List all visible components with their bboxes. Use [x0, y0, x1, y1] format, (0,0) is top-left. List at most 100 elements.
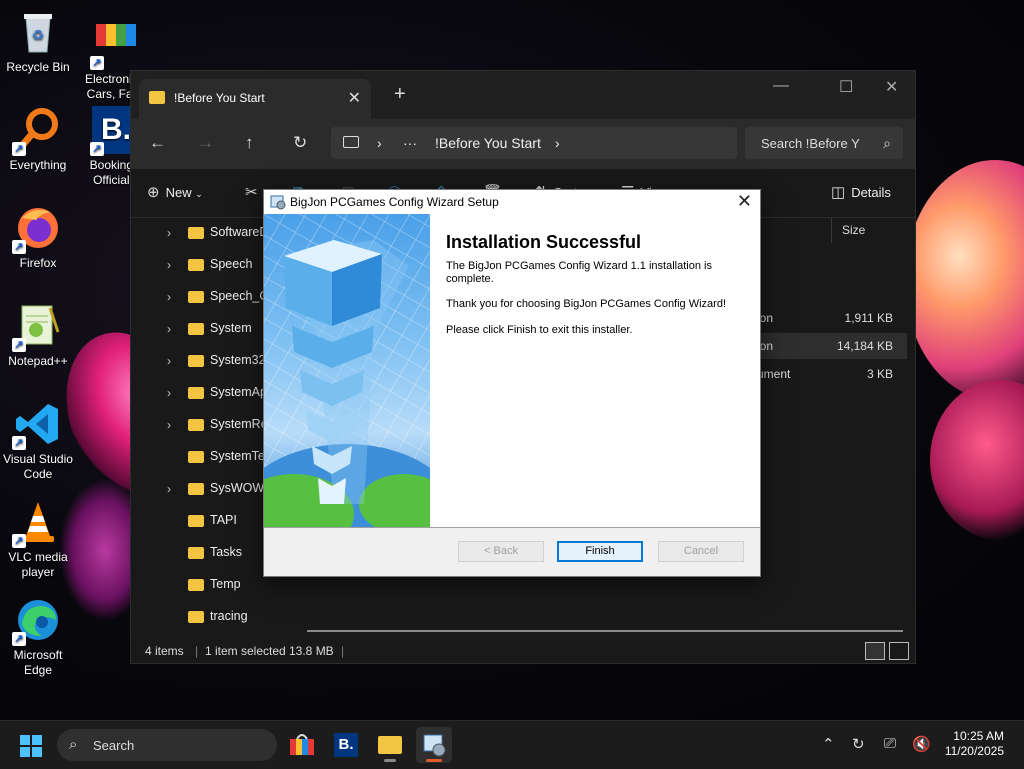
chevron-right-icon[interactable]: › — [167, 290, 171, 304]
status-divider: | — [195, 644, 199, 658]
installer-icon — [423, 734, 446, 757]
desktop-icon-notepadpp[interactable]: ↗ Notepad++ — [0, 302, 76, 369]
file-type: ument — [757, 367, 791, 381]
status-bar: 4 items | 1 item selected 13.8 MB | — [131, 639, 915, 663]
shortcut-arrow-icon: ↗ — [12, 436, 26, 450]
taskbar: ⌕ Search B. ⌃ ↻ ⎚ 🔇 10:25 AM 11/20/2025 — [0, 720, 1024, 769]
sync-icon[interactable]: ↻ — [852, 735, 865, 753]
cancel-button[interactable]: Cancel — [658, 541, 744, 562]
wizard-heading: Installation Successful — [446, 232, 642, 252]
clock[interactable]: 10:25 AM 11/20/2025 — [945, 729, 1004, 759]
shortcut-arrow-icon: ↗ — [90, 56, 104, 70]
tree-item-label: TAPI — [210, 513, 237, 527]
chevron-right-icon[interactable]: › — [167, 354, 171, 368]
shortcut-arrow-icon: ↗ — [12, 534, 26, 548]
tree-item-label: SysWOW6 — [210, 481, 272, 495]
shortcut-arrow-icon: ↗ — [90, 142, 104, 156]
new-button[interactable]: ⊕ New ⌄ — [147, 183, 203, 201]
folder-icon — [188, 419, 204, 431]
tab-title: !Before You Start — [174, 91, 265, 105]
installer-icon — [270, 194, 286, 210]
search-input[interactable]: Search !Before Y ⌕ — [745, 127, 903, 159]
refresh-icon[interactable]: ↻ — [293, 133, 307, 153]
desktop-icon-label: Everything — [9, 158, 67, 172]
explorer-tab[interactable]: !Before You Start ✕ — [139, 79, 371, 119]
chevron-right-icon[interactable]: › — [167, 322, 171, 336]
recycle-bin-icon: ♻ — [14, 8, 62, 56]
close-window-icon[interactable]: ✕ — [885, 77, 898, 97]
desktop-icon-vlc[interactable]: ↗ VLC media player — [0, 498, 76, 580]
tree-item-label: Temp — [210, 577, 241, 591]
chevron-right-icon[interactable]: › — [167, 226, 171, 240]
tiles-view-icon[interactable] — [889, 642, 909, 660]
folder-icon — [188, 611, 204, 623]
wizard-message-exit: Please click Finish to exit this install… — [446, 324, 633, 336]
start-button[interactable] — [20, 735, 42, 757]
svg-text:♻: ♻ — [32, 27, 45, 43]
taskbar-search[interactable]: ⌕ Search — [57, 729, 277, 761]
display-icon[interactable]: ⎚ — [884, 735, 896, 752]
horizontal-scrollbar[interactable] — [307, 630, 903, 632]
edge-icon: ↗ — [12, 596, 62, 646]
tree-item[interactable]: tracing — [131, 601, 291, 633]
taskbar-app-installer[interactable] — [416, 727, 452, 763]
chevron-right-icon[interactable]: › — [167, 482, 171, 496]
tree-item-label: SystemAp — [210, 385, 267, 399]
details-view-icon[interactable] — [865, 642, 885, 660]
address-bar[interactable]: › ··· !Before You Start › — [331, 127, 737, 159]
status-item-count: 4 items — [145, 644, 184, 658]
computer-icon — [343, 136, 359, 148]
new-tab-button[interactable]: + — [394, 83, 406, 106]
folder-icon — [188, 291, 204, 303]
magnifier-icon: ↗ — [12, 106, 62, 156]
folder-icon — [149, 91, 165, 104]
breadcrumb-ellipsis[interactable]: ··· — [403, 135, 417, 151]
taskbar-app-shopping[interactable] — [284, 727, 320, 763]
desktop-icon-recycle-bin[interactable]: ♻ Recycle Bin — [0, 8, 76, 75]
chevron-down-icon: ⌄ — [195, 189, 203, 199]
chevron-up-icon[interactable]: ⌃ — [822, 735, 835, 753]
desktop-icon-vscode[interactable]: ↗ Visual Studio Code — [0, 400, 76, 482]
desktop-icon-label: Recycle Bin — [6, 60, 70, 74]
desktop-icon-edge[interactable]: ↗ Microsoft Edge — [0, 596, 76, 678]
column-header-size[interactable]: Size — [831, 217, 916, 243]
chevron-right-icon[interactable]: › — [167, 418, 171, 432]
wallpaper-swirl — [930, 380, 1024, 540]
finish-button[interactable]: Finish — [557, 541, 643, 562]
up-arrow-icon[interactable]: ↑ — [245, 133, 254, 153]
desktop-icon-firefox[interactable]: ↗ Firefox — [0, 204, 76, 271]
desktop: ♻ Recycle Bin ↗ Electronics, Cars, Fash … — [0, 0, 1024, 720]
desktop-icon-label: Firefox — [19, 256, 57, 270]
folder-icon — [188, 547, 204, 559]
clock-date: 11/20/2025 — [944, 744, 1004, 758]
minimize-icon[interactable]: — — [773, 77, 789, 95]
desktop-icon-label: Microsoft Edge — [13, 648, 63, 677]
search-placeholder: Search !Before Y — [761, 136, 860, 151]
breadcrumb[interactable]: !Before You Start — [435, 135, 541, 151]
status-selected: 1 item selected — [205, 644, 286, 658]
tree-item-label: Speech — [210, 257, 253, 271]
folder-icon — [188, 323, 204, 335]
forward-arrow-icon[interactable]: → — [197, 133, 214, 153]
close-icon[interactable]: ✕ — [737, 191, 752, 212]
desktop-icon-everything[interactable]: ↗ Everything — [0, 106, 76, 173]
folder-icon — [188, 451, 204, 463]
search-icon: ⌕ — [69, 736, 78, 753]
chevron-right-icon[interactable]: › — [167, 258, 171, 272]
volume-muted-icon[interactable]: 🔇 — [912, 735, 931, 753]
chevron-right-icon[interactable]: › — [167, 386, 171, 400]
taskbar-app-booking[interactable]: B. — [328, 727, 364, 763]
maximize-icon[interactable]: ☐ — [839, 77, 853, 97]
back-button[interactable]: < Back — [458, 541, 544, 562]
details-button[interactable]: ◫ Details — [831, 183, 891, 201]
notepadpp-icon: ↗ — [12, 302, 62, 352]
chevron-right-icon: › — [377, 135, 382, 151]
tree-item-label: SoftwareD — [210, 225, 269, 239]
close-tab-icon[interactable]: ✕ — [348, 88, 361, 108]
desktop-icon-label: VLC media player — [8, 550, 68, 579]
shortcut-arrow-icon: ↗ — [12, 338, 26, 352]
shortcut-arrow-icon: ↗ — [12, 632, 26, 646]
taskbar-app-file-explorer[interactable] — [372, 727, 408, 763]
cut-icon[interactable]: ✂ — [245, 183, 264, 201]
back-arrow-icon[interactable]: ← — [149, 133, 166, 153]
